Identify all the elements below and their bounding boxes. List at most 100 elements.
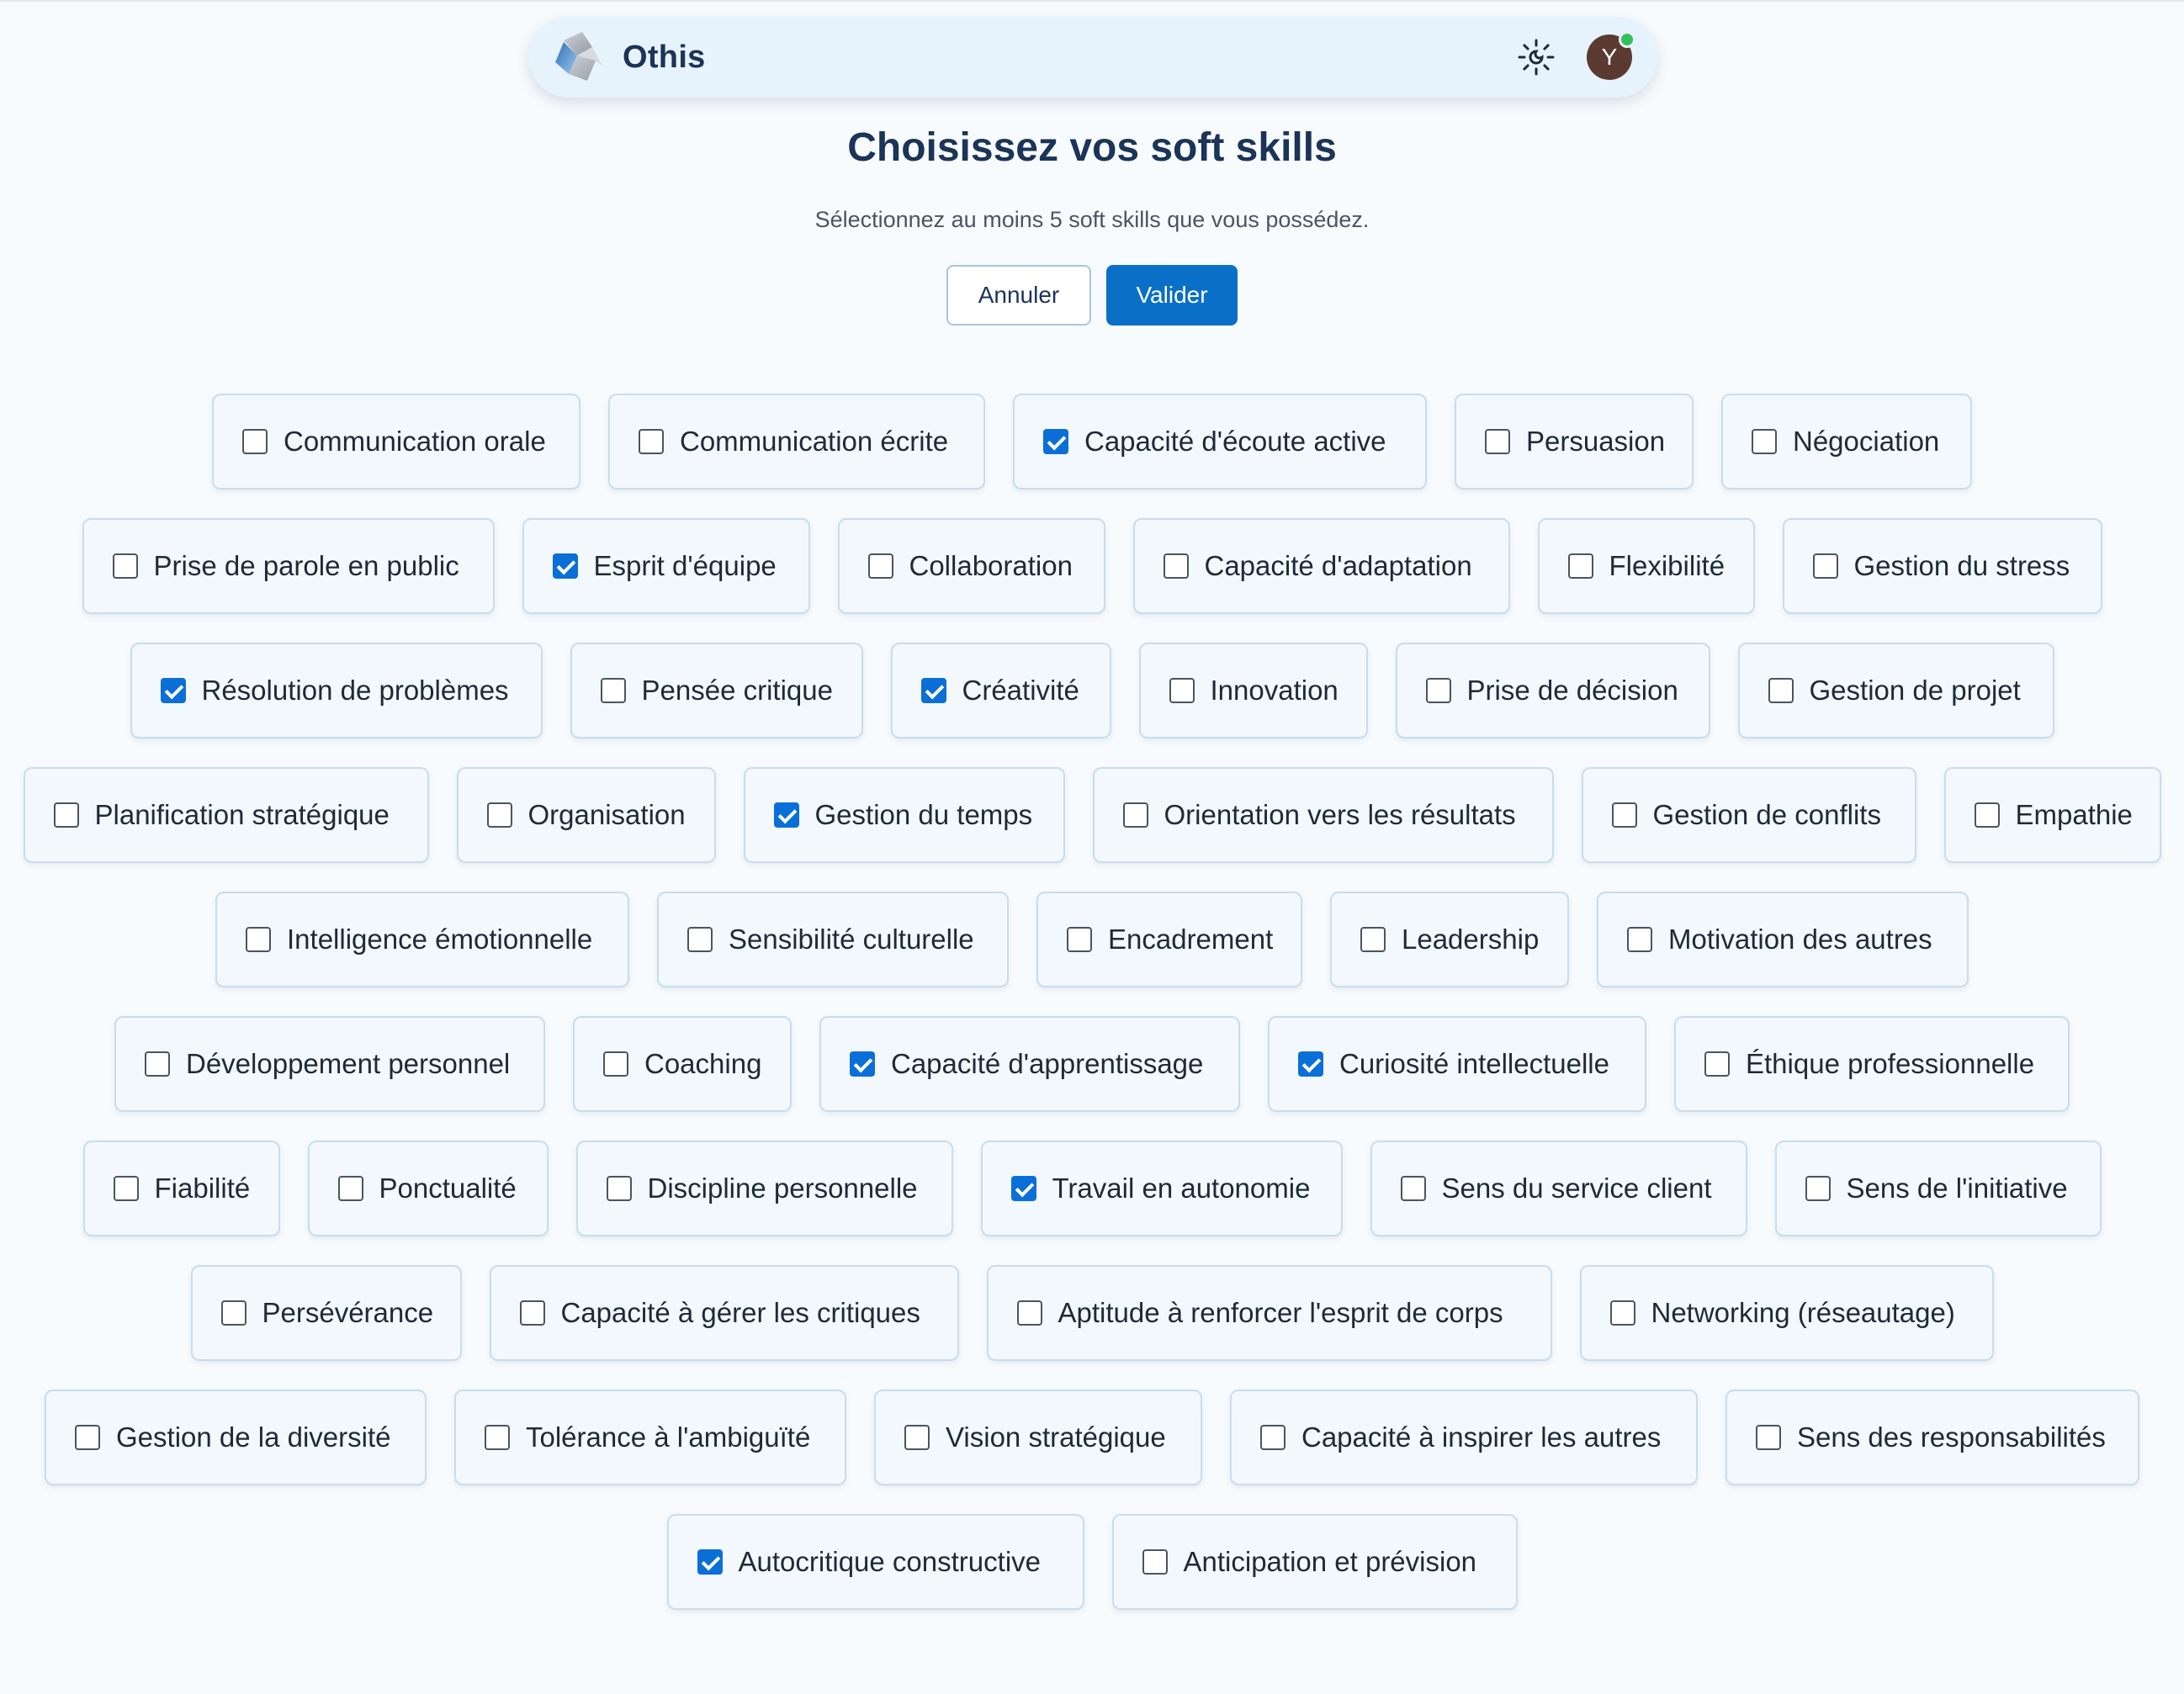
skill-option[interactable]: Capacité à inspirer les autres <box>1230 1390 1698 1485</box>
skill-checkbox[interactable] <box>485 1425 510 1450</box>
skill-option[interactable]: Sens des responsabilités <box>1725 1390 2139 1485</box>
skill-checkbox[interactable] <box>220 1300 246 1326</box>
skill-checkbox[interactable] <box>1122 802 1148 828</box>
skill-checkbox[interactable] <box>112 553 138 579</box>
skill-option[interactable]: Tolérance à l'ambiguïté <box>454 1390 846 1485</box>
skill-option[interactable]: Sensibilité culturelle <box>657 892 1009 987</box>
skill-checkbox[interactable] <box>1298 1051 1323 1077</box>
skill-option[interactable]: Planification stratégique <box>23 767 429 863</box>
skill-option[interactable]: Gestion du stress <box>1782 518 2102 614</box>
skill-option[interactable]: Travail en autonomie <box>980 1141 1343 1236</box>
skill-option[interactable]: Anticipation et prévision <box>1111 1514 1518 1610</box>
skill-option[interactable]: Prise de parole en public <box>82 518 495 614</box>
skill-checkbox[interactable] <box>1067 927 1092 952</box>
skill-checkbox[interactable] <box>519 1300 545 1326</box>
skill-option[interactable]: Capacité à gérer les critiques <box>489 1265 959 1361</box>
skill-checkbox[interactable] <box>1627 927 1652 952</box>
skill-option[interactable]: Sens de l'initiative <box>1774 1141 2102 1236</box>
skill-option[interactable]: Gestion de la diversité <box>45 1390 427 1485</box>
othis-logo-icon[interactable] <box>543 22 614 93</box>
skill-checkbox[interactable] <box>1010 1176 1036 1201</box>
skill-checkbox[interactable] <box>920 678 946 703</box>
skill-option[interactable]: Résolution de problèmes <box>130 643 543 738</box>
skill-option[interactable]: Créativité <box>890 643 1111 738</box>
skill-checkbox[interactable] <box>1485 429 1510 454</box>
theme-toggle-button[interactable] <box>1509 30 1563 84</box>
skill-checkbox[interactable] <box>687 927 713 952</box>
skill-checkbox[interactable] <box>1425 678 1451 703</box>
skill-checkbox[interactable] <box>1768 678 1794 703</box>
skill-option[interactable]: Pensée critique <box>570 643 863 738</box>
skill-checkbox[interactable] <box>606 1176 632 1201</box>
skill-option[interactable]: Autocritique constructive <box>666 1514 1084 1610</box>
skill-checkbox[interactable] <box>1360 927 1386 952</box>
skill-option[interactable]: Prise de décision <box>1395 643 1710 738</box>
skill-checkbox[interactable] <box>145 1051 170 1077</box>
skill-option[interactable]: Développement personnel <box>114 1016 545 1112</box>
validate-button[interactable]: Valider <box>1106 265 1238 326</box>
skill-checkbox[interactable] <box>1016 1300 1042 1326</box>
skill-option[interactable]: Discipline personnelle <box>575 1141 953 1236</box>
skill-checkbox[interactable] <box>1142 1549 1168 1575</box>
skill-option[interactable]: Flexibilité <box>1537 518 1755 614</box>
skill-checkbox[interactable] <box>75 1425 100 1450</box>
skill-checkbox[interactable] <box>904 1425 930 1450</box>
skill-checkbox[interactable] <box>1805 1176 1831 1201</box>
skill-checkbox[interactable] <box>600 678 626 703</box>
skill-checkbox[interactable] <box>1752 429 1777 454</box>
skill-checkbox[interactable] <box>1163 553 1189 579</box>
skill-checkbox[interactable] <box>603 1051 628 1077</box>
skill-option[interactable]: Coaching <box>573 1016 792 1112</box>
skill-option[interactable]: Fiabilité <box>82 1141 280 1236</box>
skill-option[interactable]: Gestion de conflits <box>1581 767 1916 863</box>
skill-checkbox[interactable] <box>1400 1176 1426 1201</box>
skill-checkbox[interactable] <box>113 1176 139 1201</box>
skill-checkbox[interactable] <box>697 1549 723 1575</box>
skill-option[interactable]: Vision stratégique <box>874 1390 1202 1485</box>
skill-option[interactable]: Curiosité intellectuelle <box>1268 1016 1646 1112</box>
skill-checkbox[interactable] <box>1169 678 1195 703</box>
skill-checkbox[interactable] <box>639 429 664 454</box>
skill-checkbox[interactable] <box>486 802 512 828</box>
skill-checkbox[interactable] <box>1609 1300 1635 1326</box>
skill-option[interactable]: Esprit d'équipe <box>522 518 810 614</box>
skill-checkbox[interactable] <box>246 927 271 952</box>
skill-option[interactable]: Négociation <box>1721 394 1972 490</box>
skill-checkbox[interactable] <box>552 553 578 579</box>
skill-checkbox[interactable] <box>242 429 268 454</box>
skill-option[interactable]: Éthique professionnelle <box>1674 1016 2070 1112</box>
skill-option[interactable]: Communication écrite <box>608 394 985 490</box>
skill-checkbox[interactable] <box>53 802 79 828</box>
skill-checkbox[interactable] <box>1043 429 1068 454</box>
skill-option[interactable]: Gestion de projet <box>1737 643 2054 738</box>
skill-option[interactable]: Capacité d'adaptation <box>1132 518 1510 614</box>
skill-checkbox[interactable] <box>773 802 799 828</box>
user-avatar-button[interactable]: Y <box>1587 31 1635 80</box>
skill-option[interactable]: Intelligence émotionnelle <box>215 892 629 987</box>
skill-option[interactable]: Innovation <box>1138 643 1368 738</box>
skill-checkbox[interactable] <box>337 1176 363 1201</box>
skill-option[interactable]: Encadrement <box>1036 892 1302 987</box>
skill-option[interactable]: Capacité d'apprentissage <box>819 1016 1240 1112</box>
skill-option[interactable]: Ponctualité <box>307 1141 549 1236</box>
skill-option[interactable]: Organisation <box>456 767 716 863</box>
skill-checkbox[interactable] <box>1567 553 1593 579</box>
skill-checkbox[interactable] <box>160 678 186 703</box>
skill-checkbox[interactable] <box>1260 1425 1285 1450</box>
skill-option[interactable]: Persévérance <box>190 1265 462 1361</box>
skill-option[interactable]: Collaboration <box>837 518 1105 614</box>
cancel-button[interactable]: Annuler <box>946 265 1091 326</box>
skill-option[interactable]: Orientation vers les résultats <box>1092 767 1554 863</box>
skill-checkbox[interactable] <box>867 553 893 579</box>
skill-option[interactable]: Motivation des autres <box>1597 892 1969 987</box>
skill-option[interactable]: Leadership <box>1330 892 1569 987</box>
skill-option[interactable]: Capacité d'écoute active <box>1013 394 1427 490</box>
skill-checkbox[interactable] <box>1756 1425 1781 1450</box>
skill-checkbox[interactable] <box>1611 802 1637 828</box>
skill-checkbox[interactable] <box>1812 553 1838 579</box>
skill-option[interactable]: Communication orale <box>212 394 580 490</box>
skill-option[interactable]: Gestion du temps <box>743 767 1065 863</box>
skill-option[interactable]: Networking (réseautage) <box>1579 1265 1994 1361</box>
skill-option[interactable]: Sens du service client <box>1370 1141 1747 1236</box>
skill-option[interactable]: Persuasion <box>1455 394 1694 490</box>
